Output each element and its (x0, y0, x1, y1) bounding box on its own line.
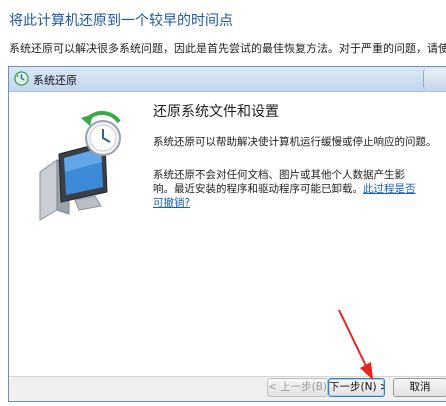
dialog-heading: 还原系统文件和设置 (153, 104, 279, 120)
computer-restore-illustration-icon (39, 110, 121, 221)
back-button[interactable]: < 上一步(B) (267, 378, 328, 397)
page-heading: 将此计算机还原到一个较早的时间点 (9, 13, 233, 29)
close-button[interactable] (423, 69, 446, 89)
dialog-content: 还原系统文件和设置 系统还原可以帮助解决使计算机运行缓慢或停止响应的问题。 系统… (142, 92, 446, 376)
cancel-button[interactable]: 取消 (393, 378, 446, 397)
dialog-title: 系统还原 (33, 74, 77, 87)
dialog-paragraph-1: 系统还原可以帮助解决使计算机运行缓慢或停止响应的问题。 (153, 136, 437, 148)
footer-divider (9, 376, 446, 377)
page-intro-text: 系统还原可以解决很多系统问题，因此是首先尝试的最佳恢复方法。对于严重的问题，请使… (9, 42, 446, 55)
dialog-titlebar[interactable]: 系统还原 (9, 67, 446, 92)
system-restore-dialog: 系统还原 还原系统文件和设置 系统还原可以帮助解决使计算机运行缓慢或停止响应的问… (8, 66, 446, 402)
dialog-illustration-pane (9, 92, 142, 376)
next-button[interactable]: 下一步(N) > (328, 378, 385, 397)
dialog-paragraph-2: 系统还原不会对任何文档、图片或其他个人数据产生影响。最近安装的程序和驱动程序可能… (153, 168, 423, 210)
system-restore-icon (14, 71, 29, 86)
